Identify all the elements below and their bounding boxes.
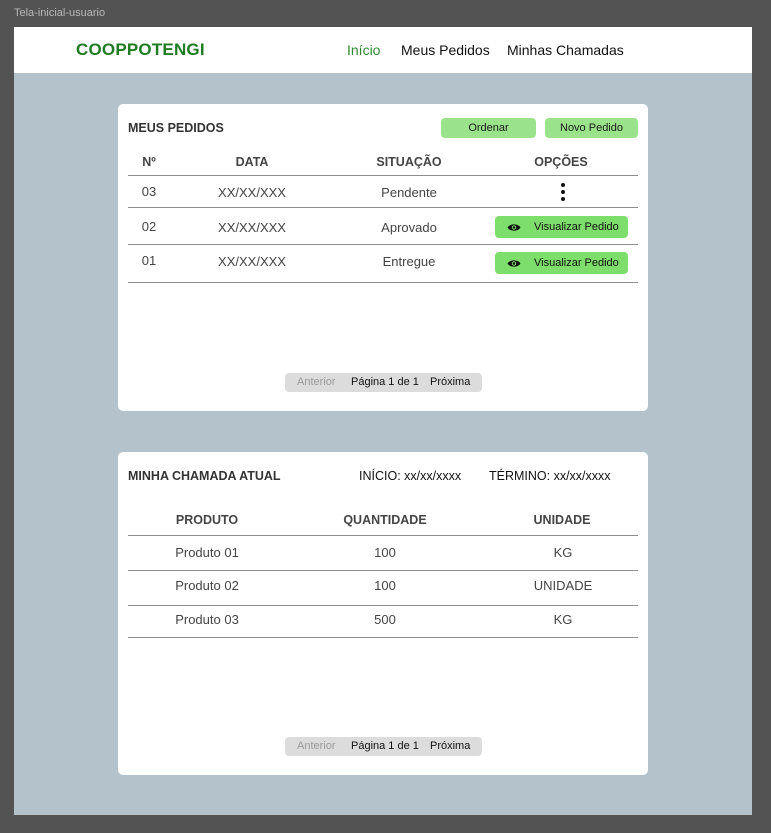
product-quantity: 100 [374, 545, 396, 560]
table-row-divider [128, 637, 638, 638]
product-quantity: 100 [374, 578, 396, 593]
view-order-button[interactable]: Visualizar Pedido [495, 216, 628, 238]
order-date: XX/XX/XXX [218, 185, 286, 200]
new-order-button[interactable]: Novo Pedido [545, 118, 638, 138]
order-status: Aprovado [381, 220, 437, 235]
nav-item-minhas-chamadas[interactable]: Minhas Chamadas [507, 42, 624, 58]
col-header-quantity: QUANTIDADE [343, 513, 427, 527]
table-divider [128, 175, 638, 176]
orders-pagination: Anterior Página 1 de 1 Próxima [285, 373, 482, 392]
nav-item-inicio[interactable]: Início [347, 42, 380, 58]
pagination-next[interactable]: Próxima [430, 376, 470, 388]
eye-icon [507, 259, 521, 267]
col-header-product: PRODUTO [175, 513, 239, 527]
order-date: XX/XX/XXX [218, 254, 286, 269]
col-header-date: DATA [235, 155, 269, 169]
current-call-card: MINHA CHAMADA ATUAL INÍCIO: xx/xx/xxxx T… [118, 452, 648, 775]
product-quantity: 500 [374, 612, 396, 627]
col-header-unit: UNIDADE [533, 513, 591, 527]
pagination-previous[interactable]: Anterior [297, 376, 336, 388]
call-end-date: TÉRMINO: xx/xx/xxxx [489, 469, 611, 483]
view-order-button[interactable]: Visualizar Pedido [495, 252, 628, 274]
table-row-divider [128, 282, 638, 283]
table-row-divider [128, 207, 638, 208]
nav-item-meus-pedidos[interactable]: Meus Pedidos [401, 42, 490, 58]
product-name: Produto 01 [175, 545, 239, 560]
more-options-icon[interactable] [561, 183, 565, 201]
col-header-number: Nº [142, 155, 156, 169]
pagination-previous[interactable]: Anterior [297, 740, 336, 752]
order-status: Entregue [382, 254, 436, 269]
app-frame: COOPPOTENGI Início Meus Pedidos Minhas C… [14, 27, 752, 815]
product-unit: KG [553, 545, 573, 560]
product-unit: UNIDADE [533, 578, 593, 593]
call-title: MINHA CHAMADA ATUAL [128, 469, 281, 483]
view-order-label: Visualizar Pedido [534, 257, 619, 269]
brand-logo[interactable]: COOPPOTENGI [76, 40, 205, 60]
order-date: XX/XX/XXX [218, 220, 286, 235]
order-number: 01 [141, 253, 157, 268]
frame-label: Tela-inicial-usuario [14, 7, 106, 19]
eye-icon [507, 223, 521, 231]
pagination-page-indicator: Página 1 de 1 [351, 740, 419, 752]
col-header-status: SITUAÇÃO [376, 155, 442, 169]
col-header-options: OPÇÕES [534, 155, 588, 169]
product-name: Produto 02 [175, 578, 239, 593]
view-order-label: Visualizar Pedido [534, 221, 619, 233]
call-pagination: Anterior Página 1 de 1 Próxima [285, 737, 482, 756]
table-divider [128, 535, 638, 536]
pagination-next[interactable]: Próxima [430, 740, 470, 752]
order-number: 03 [141, 184, 157, 199]
table-row-divider [128, 605, 638, 606]
orders-title: MEUS PEDIDOS [128, 121, 224, 135]
top-navbar: COOPPOTENGI Início Meus Pedidos Minhas C… [14, 27, 752, 73]
product-name: Produto 03 [175, 612, 239, 627]
table-row-divider [128, 244, 638, 245]
table-row-divider [128, 570, 638, 571]
sort-button[interactable]: Ordenar [441, 118, 536, 138]
product-unit: KG [553, 612, 573, 627]
order-number: 02 [141, 219, 157, 234]
order-status: Pendente [381, 185, 437, 200]
pagination-page-indicator: Página 1 de 1 [351, 376, 419, 388]
orders-card: MEUS PEDIDOS Ordenar Novo Pedido Nº DATA… [118, 104, 648, 411]
call-start-date: INÍCIO: xx/xx/xxxx [359, 469, 462, 483]
